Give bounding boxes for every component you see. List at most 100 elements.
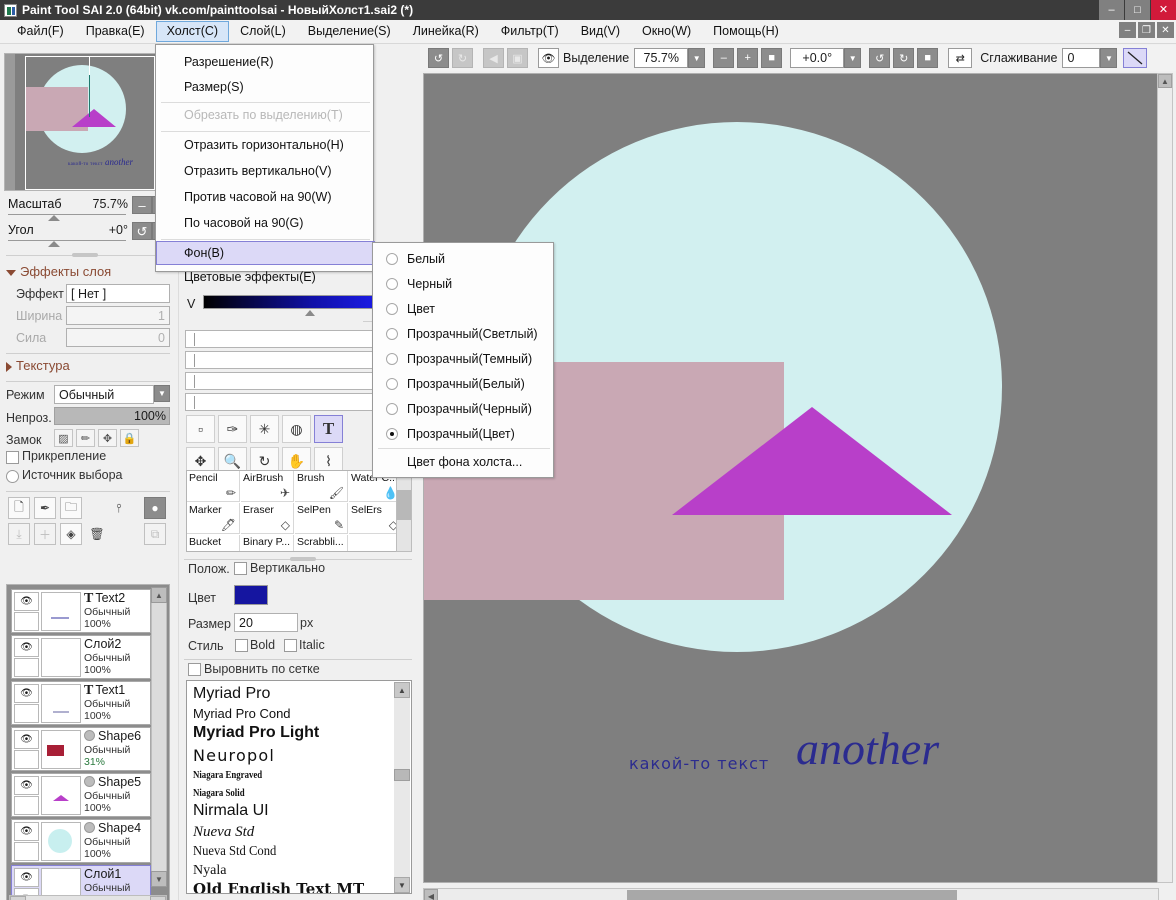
font-scroll-down-icon[interactable]: ▼ [394,877,410,893]
table-row[interactable]: 👁 T Text1 Обычный 100% [11,681,151,725]
doc-restore-button[interactable]: ❐ [1138,22,1155,38]
canvas-zoom-value[interactable]: 75.7% [634,48,689,68]
lasso-select-tool[interactable]: ✑ [218,415,247,443]
effect-value-field[interactable]: [ Нет ] [66,284,170,303]
minimize-button[interactable]: – [1099,0,1124,20]
layer-visibility-eye-icon[interactable]: 👁 [14,638,39,657]
text-size-input[interactable]: 20 [234,613,298,632]
menu-item-resolution[interactable]: Разрешение(R) [157,51,374,74]
font-list[interactable]: Myriad Pro Myriad Pro Cond Myriad Pro Li… [186,680,412,894]
submenu-item-transparent-white[interactable]: Прозрачный(Белый) [374,372,554,397]
bold-checkbox[interactable] [235,639,248,652]
lock-all-padlock-icon[interactable]: 🔒 [120,429,139,447]
layer-select-box[interactable] [14,704,39,723]
texture-section[interactable]: Текстура [6,358,70,373]
lock-pixels-pencil-icon[interactable]: ✏ [76,429,95,447]
layer-effects-section[interactable]: Эффекты слоя [6,264,111,279]
layer-visibility-eye-icon[interactable]: 👁 [14,868,39,887]
canvas-viewport[interactable]: какой-то текст another [423,73,1159,883]
brush-preset[interactable]: SelPen ✎ [295,503,348,534]
rotate-ccw-button[interactable]: ↺ [132,222,152,240]
canvas-zoom-out-button[interactable]: – [713,48,735,68]
canvas-zoom-reset-button[interactable]: ■ [761,48,783,68]
brush-preset[interactable]: Pencil ✏ [187,471,240,502]
brush-preset[interactable]: AirBrush ✈ [241,471,294,502]
submenu-item-transparent-color[interactable]: Прозрачный(Цвет) [374,422,554,447]
eye-icon[interactable]: 👁 [538,48,559,68]
layer-visibility-eye-icon[interactable]: 👁 [14,592,39,611]
new-linework-layer-button[interactable]: ✒ [34,497,56,519]
rect-select-tool[interactable]: ▫ [186,415,215,443]
font-scroll-up-icon[interactable]: ▲ [394,682,410,698]
canvas-hscrollbar[interactable]: ◀ [423,888,1159,900]
doc-close-button[interactable]: ✕ [1157,22,1174,38]
submenu-item-white[interactable]: Белый [374,247,554,272]
layer-visibility-eye-icon[interactable]: 👁 [14,776,39,795]
canvas-zoom-in-button[interactable]: + [737,48,759,68]
background-submenu[interactable]: Белый Черный Цвет Прозрачный(Светлый) Пр… [372,242,554,478]
menu-filter[interactable]: Фильтр(T) [490,21,570,42]
redo-icon[interactable]: ↻ [452,48,473,68]
close-button[interactable]: ✕ [1151,0,1176,20]
line-stabilizer-icon[interactable] [1123,48,1148,68]
scale-slider-thumb[interactable] [48,215,60,221]
new-folder-button[interactable]: 🗀 [60,497,82,519]
layer-select-box[interactable] [14,658,39,677]
canvas-scroll-up-icon[interactable]: ▲ [1158,74,1172,88]
layer-scroll-down-icon[interactable]: ▼ [151,871,167,887]
canvas-rotate-reset-button[interactable]: ■ [917,48,939,68]
vertical-text-checkbox[interactable] [234,562,247,575]
magic-wand-tool[interactable]: ✳ [250,415,279,443]
list-item[interactable]: Old English Text MT [193,880,364,893]
table-row[interactable]: 👁 Shape5 Обычный 100% [11,773,151,817]
menu-edit[interactable]: Правка(E) [75,21,156,42]
undo-icon[interactable]: ↺ [428,48,449,68]
layer-hscroll-left-icon[interactable]: ◀ [10,896,26,900]
canvas-hscroll-thumb[interactable] [627,890,957,900]
lock-position-move-icon[interactable]: ✥ [98,429,117,447]
next-icon[interactable]: ▣ [507,48,528,68]
mode-dropdown-arrow[interactable]: ▼ [154,385,170,402]
duplicate-layer-button[interactable]: ⧉ [144,523,166,545]
smoothing-dropdown-arrow[interactable]: ▼ [1100,48,1118,68]
navigator-preview[interactable]: какой-то текст another [4,53,172,191]
canvas-menu-dropdown[interactable]: Разрешение(R) Размер(S) Обрезать по выде… [155,44,375,284]
layer-list-panel[interactable]: ▲ ▼ 👁 T Text2 Обычный 100% 👁 Слой2 Обычны… [6,584,170,900]
clipping-group-icon[interactable]: ⫯ [108,497,130,519]
brush-preset[interactable]: SelErs ◇ [349,503,402,534]
menu-selection[interactable]: Выделение(S) [297,21,402,42]
zoom-out-button[interactable]: – [132,196,152,214]
angle-slider-track[interactable] [8,240,126,241]
layer-select-box[interactable] [14,842,39,861]
font-scroll-thumb[interactable] [394,769,410,781]
submenu-item-black[interactable]: Черный [374,272,554,297]
text-tool[interactable]: T [314,415,343,443]
maximize-button[interactable]: □ [1125,0,1150,20]
list-item[interactable]: Neuropol [193,746,275,765]
brush-preset[interactable]: Binary P... [241,535,294,551]
list-item[interactable]: Nirmala UI [193,802,269,820]
menu-item-rotate-ccw-90[interactable]: Против часовой на 90(W) [157,186,374,209]
brush-preset[interactable]: Bucket [187,535,240,551]
brush-preset[interactable]: Marker 🖊 [187,503,240,534]
brush-grid-scroll-thumb[interactable] [397,490,411,520]
text-color-swatch[interactable] [234,585,268,605]
menu-help[interactable]: Помощь(H) [702,21,790,42]
menu-item-size[interactable]: Размер(S) [157,76,374,99]
layer-visibility-eye-icon[interactable]: 👁 [14,684,39,703]
layer-select-box[interactable] [14,612,39,631]
brush-preset-grid[interactable]: Pencil ✏ AirBrush ✈ Brush 🖌 Water C... 💧 Mar… [186,470,411,552]
smoothing-value[interactable]: 0 [1062,48,1101,68]
canvas-angle-value[interactable]: +0.0° [790,48,845,68]
mode-value-field[interactable]: Обычный [54,385,154,404]
layer-select-box[interactable] [14,796,39,815]
new-layer-button[interactable]: 🗋 [8,497,30,519]
selection-source-radio[interactable] [6,470,19,483]
menu-file[interactable]: Файл(F) [6,21,75,42]
canvas-rotate-ccw-button[interactable]: ↺ [869,48,891,68]
font-list-scrollbar[interactable] [394,682,410,893]
submenu-item-transparent-dark[interactable]: Прозрачный(Темный) [374,347,554,372]
brush-preset[interactable]: Scrabbli... [295,535,348,551]
lock-transparency-icon[interactable]: ▨ [54,429,73,447]
table-row[interactable]: 👁 Слой2 Обычный 100% [11,635,151,679]
